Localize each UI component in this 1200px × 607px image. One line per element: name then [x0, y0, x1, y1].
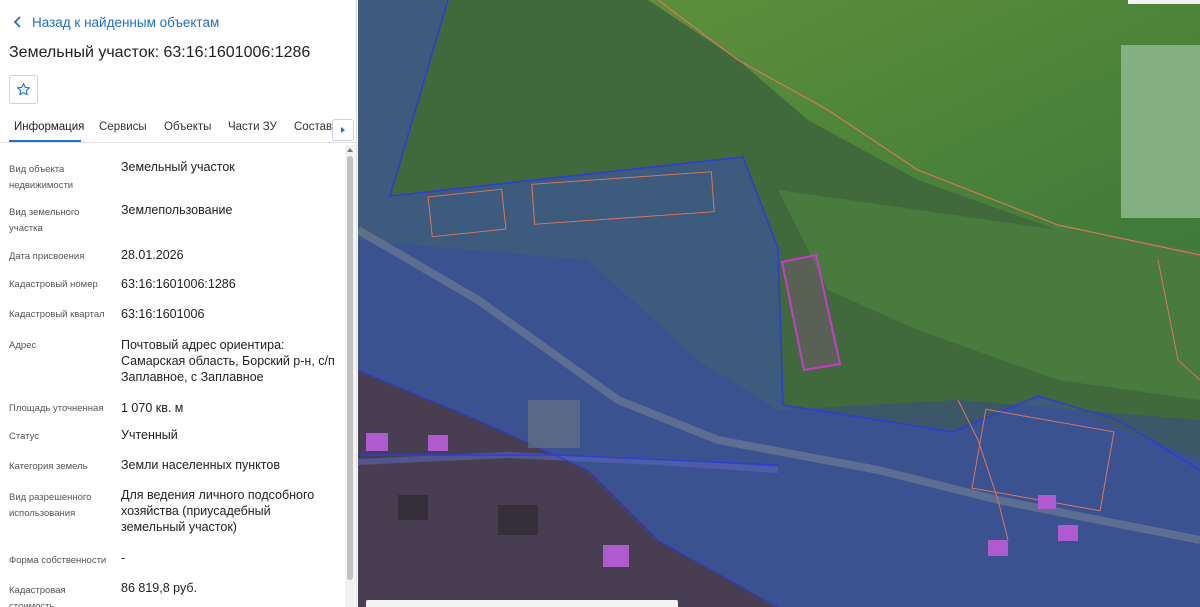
tab-information[interactable]: Информация: [14, 121, 84, 133]
attribute-value: Учтенный: [121, 428, 178, 442]
tab-objects[interactable]: Объекты: [164, 121, 211, 133]
attribute-label: Кадастровая стоимость: [9, 585, 66, 607]
info-panel: Назад к найденным объектам Земельный уча…: [0, 0, 357, 607]
attribute-value: -: [121, 551, 126, 565]
attribute-value: Землепользование: [121, 203, 233, 217]
building: [366, 433, 388, 451]
tab-bar: Информация Сервисы Объекты Части ЗУ Сост…: [0, 113, 356, 143]
triangle-right-icon: [341, 127, 345, 133]
attribute-value: 63:16:1601006:1286: [121, 277, 236, 291]
attribute-value: Земли населенных пунктов: [121, 458, 280, 472]
map-bottom-panel[interactable]: [366, 600, 678, 607]
attribute-label: Дата присвоения: [9, 251, 85, 262]
attribute-label: Кадастровый номер: [9, 279, 98, 290]
active-tab-indicator: [9, 140, 81, 142]
attribute-label: Кадастровый квартал: [9, 309, 105, 320]
star-outline-icon: [17, 83, 30, 96]
back-to-results-link[interactable]: Назад к найденным объектам: [10, 14, 219, 30]
page-title: Земельный участок: 63:16:1601006:1286: [9, 44, 311, 61]
back-link-label: Назад к найденным объектам: [32, 14, 220, 30]
structure: [498, 505, 538, 535]
attribute-label: Вид разрешенного использования: [9, 492, 92, 519]
attribute-label: Вид земельного участка: [9, 207, 80, 234]
attribute-value: 1 070 кв. м: [121, 401, 184, 415]
satellite-map[interactable]: [358, 0, 1200, 607]
building: [1058, 525, 1078, 541]
attribute-value: 86 819,8 руб.: [121, 581, 197, 595]
attribute-label: Статус: [9, 431, 40, 442]
scroll-up-arrow-icon[interactable]: [347, 148, 353, 152]
tab-composition[interactable]: Состав: [294, 121, 332, 133]
tab-parts[interactable]: Части ЗУ: [228, 121, 277, 133]
attribute-label: Форма собственности: [9, 555, 107, 566]
building: [988, 540, 1008, 556]
building: [428, 435, 448, 451]
attribute-value: Для ведения личного подсобного хозяйства…: [121, 488, 315, 534]
attribute-label: Площадь уточненная: [9, 403, 104, 414]
building: [603, 545, 629, 567]
map-legend-tile: [1121, 45, 1200, 218]
attribute-value: 63:16:1601006: [121, 307, 205, 321]
structure: [528, 400, 580, 448]
structure: [398, 495, 428, 520]
attribute-label: Категория земель: [9, 461, 88, 472]
map-control-strip: [1128, 0, 1200, 4]
favorite-button[interactable]: [9, 75, 38, 104]
attribute-value: Земельный участок: [121, 160, 235, 174]
attribute-value: 28.01.2026: [121, 248, 184, 262]
attribute-label: Вид объекта недвижимости: [9, 164, 74, 191]
tabs-next-button[interactable]: [332, 119, 354, 141]
map-view[interactable]: [358, 0, 1200, 607]
attribute-label: Адрес: [9, 340, 37, 351]
building: [1038, 495, 1056, 509]
tab-services[interactable]: Сервисы: [99, 121, 147, 133]
attribute-value: Почтовый адрес ориентира: Самарская обла…: [121, 338, 335, 384]
scrollbar-thumb[interactable]: [347, 156, 353, 580]
chevron-left-icon: [13, 16, 21, 28]
